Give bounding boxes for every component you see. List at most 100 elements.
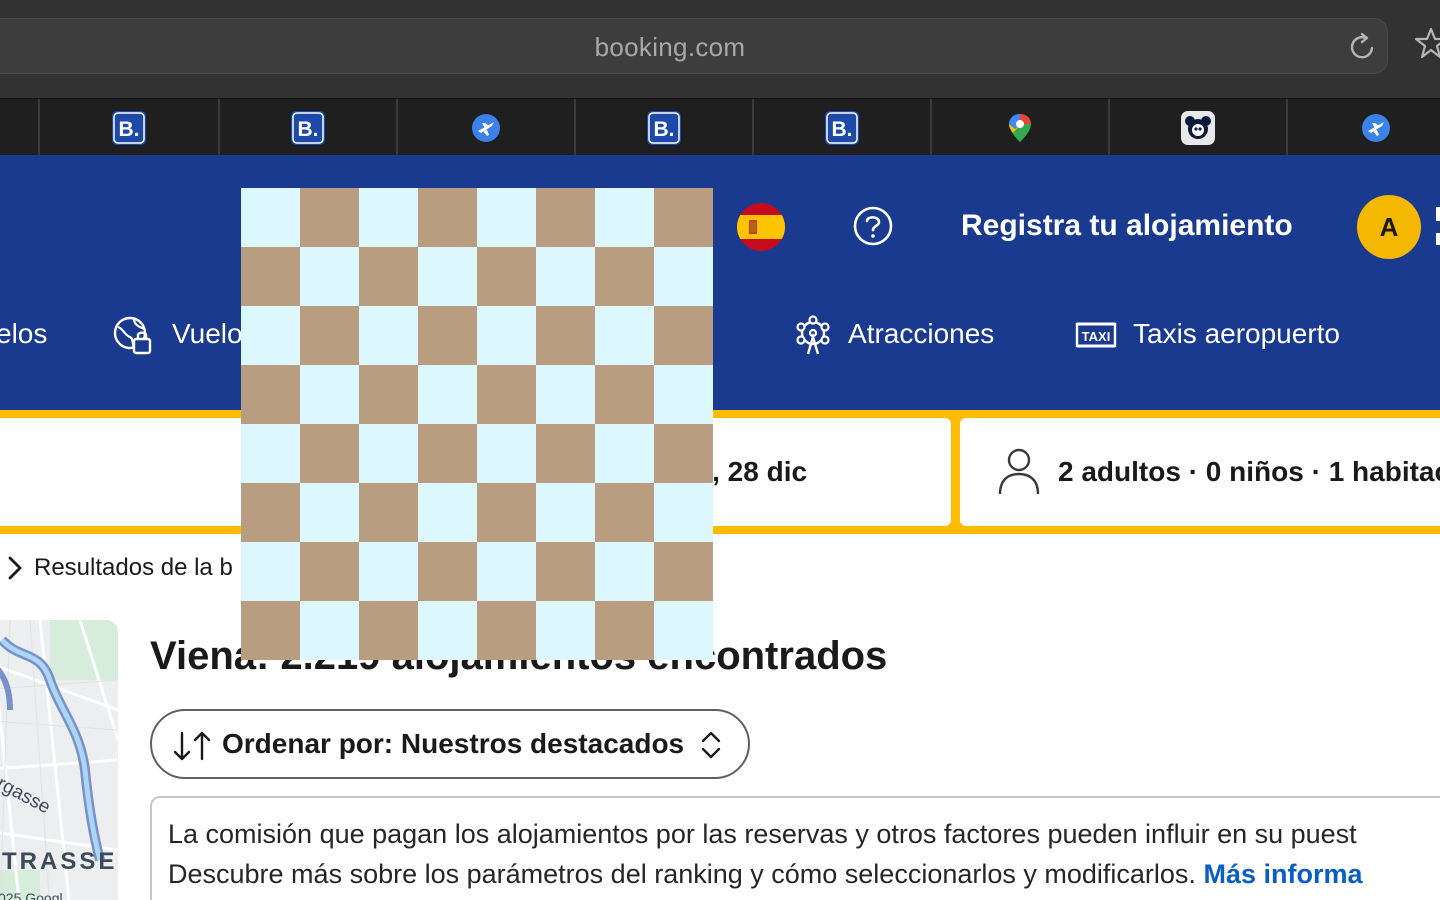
google-maps-favicon-icon xyxy=(1009,114,1031,142)
checker-cell xyxy=(654,247,713,306)
reload-icon[interactable] xyxy=(1348,30,1378,62)
checker-cell xyxy=(418,365,477,424)
checker-cell xyxy=(418,306,477,365)
tab[interactable]: B. xyxy=(218,99,396,156)
person-icon xyxy=(998,448,1040,495)
checker-cell xyxy=(359,188,418,247)
checker-cell xyxy=(477,247,536,306)
checker-cell xyxy=(654,365,713,424)
svg-text:B.: B. xyxy=(298,118,319,141)
browser-toolbar: booking.com xyxy=(0,0,1440,98)
checker-cell xyxy=(536,424,595,483)
svg-text:B.: B. xyxy=(654,118,675,141)
svg-text:B.: B. xyxy=(119,118,140,141)
sort-label[interactable]: Ordenar por: Nuestros destacados xyxy=(222,711,684,777)
notice-text-line: Descubre más sobre los parámetros del ra… xyxy=(168,859,1196,889)
svg-text:B.: B. xyxy=(832,118,853,141)
checker-cell xyxy=(359,483,418,542)
checker-cell xyxy=(654,306,713,365)
bookmark-star-icon[interactable] xyxy=(1414,26,1440,60)
checker-cell xyxy=(359,601,418,660)
account-name-fragment xyxy=(1436,207,1440,245)
booking-favicon-icon: B. xyxy=(112,111,146,145)
checker-cell xyxy=(595,483,654,542)
nav-flights[interactable]: Vuelo xyxy=(172,307,243,361)
checker-cell xyxy=(359,424,418,483)
checker-cell xyxy=(418,188,477,247)
booking-header: Registra tu alojamiento A elos Vuelo s xyxy=(0,155,1440,413)
checker-cell xyxy=(477,483,536,542)
checker-cell xyxy=(654,424,713,483)
url-text[interactable]: booking.com xyxy=(0,19,1359,75)
checker-cell xyxy=(536,542,595,601)
more-info-link[interactable]: Más informa xyxy=(1203,859,1362,889)
flight-globe-icon xyxy=(113,316,152,355)
nav-airport-taxis[interactable]: Taxis aeropuerto xyxy=(1133,307,1340,361)
checker-cell xyxy=(477,542,536,601)
plane-favicon-icon xyxy=(472,114,500,142)
checker-cell xyxy=(595,542,654,601)
checker-cell xyxy=(300,247,359,306)
checker-cell xyxy=(241,306,300,365)
breadcrumb[interactable]: Resultados de la b xyxy=(34,550,233,586)
checker-cell xyxy=(359,247,418,306)
map-copyright: 025 Googl xyxy=(0,890,63,900)
checker-cell xyxy=(595,306,654,365)
tab[interactable]: B. xyxy=(574,99,752,156)
checker-cell xyxy=(654,542,713,601)
checker-cell xyxy=(418,247,477,306)
checker-cell xyxy=(300,601,359,660)
checker-cell xyxy=(536,306,595,365)
checker-cell xyxy=(536,365,595,424)
address-bar[interactable]: booking.com xyxy=(0,18,1388,74)
tab[interactable] xyxy=(1108,99,1286,156)
guests-text[interactable]: 2 adultos · 0 niños · 1 habitac xyxy=(1058,418,1440,526)
tab[interactable] xyxy=(0,99,38,156)
checker-cell xyxy=(477,306,536,365)
map-street-label: TRASSE xyxy=(2,848,118,875)
ranking-notice: La comisión que pagan los alojamientos p… xyxy=(150,796,1440,900)
checker-cell xyxy=(595,247,654,306)
checker-cell xyxy=(536,483,595,542)
checker-cell xyxy=(536,601,595,660)
checker-cell xyxy=(241,542,300,601)
search-bar: n, 28 dic 2 adultos · 0 niños · 1 habita… xyxy=(0,410,1440,534)
checker-cell xyxy=(300,542,359,601)
checker-cell xyxy=(359,542,418,601)
checker-cell xyxy=(300,306,359,365)
checker-cell xyxy=(654,483,713,542)
nav-stays[interactable]: elos xyxy=(0,307,47,361)
svg-text:TAXI: TAXI xyxy=(1082,329,1111,344)
checker-cell xyxy=(595,365,654,424)
checker-cell xyxy=(300,483,359,542)
checker-cell xyxy=(418,424,477,483)
checker-cell xyxy=(418,542,477,601)
disney-favicon-icon xyxy=(1181,111,1215,145)
sort-dropdown[interactable]: Ordenar por: Nuestros destacados xyxy=(150,709,750,779)
tab[interactable] xyxy=(930,99,1108,156)
tab[interactable] xyxy=(1286,99,1440,156)
tab[interactable]: B. xyxy=(752,99,930,156)
nav-attractions[interactable]: Atracciones xyxy=(848,307,994,361)
spain-flag-icon xyxy=(737,203,785,251)
plane-favicon-icon xyxy=(1362,114,1390,142)
map-preview[interactable]: ergasse TRASSE 025 Googl xyxy=(0,620,118,900)
language-flag-button[interactable] xyxy=(737,203,785,251)
checker-cell xyxy=(536,247,595,306)
help-icon[interactable] xyxy=(852,205,894,247)
checker-cell xyxy=(241,601,300,660)
avatar[interactable]: A xyxy=(1357,195,1421,259)
checker-cell xyxy=(300,188,359,247)
checker-cell xyxy=(300,365,359,424)
tab[interactable]: B. xyxy=(38,99,218,156)
register-property-link[interactable]: Registra tu alojamiento xyxy=(961,205,1293,247)
chevron-updown-icon xyxy=(701,731,721,759)
guests-field[interactable]: 2 adultos · 0 niños · 1 habitac xyxy=(960,418,1440,526)
chevron-right-icon xyxy=(8,556,22,580)
checker-cell xyxy=(418,601,477,660)
notice-text: La comisión que pagan los alojamientos p… xyxy=(168,819,1357,849)
tab[interactable] xyxy=(396,99,574,156)
notice-text-2: Descubre más sobre los parámetros del ra… xyxy=(168,854,1363,894)
checker-cell xyxy=(359,306,418,365)
taxi-icon: TAXI xyxy=(1075,322,1117,348)
